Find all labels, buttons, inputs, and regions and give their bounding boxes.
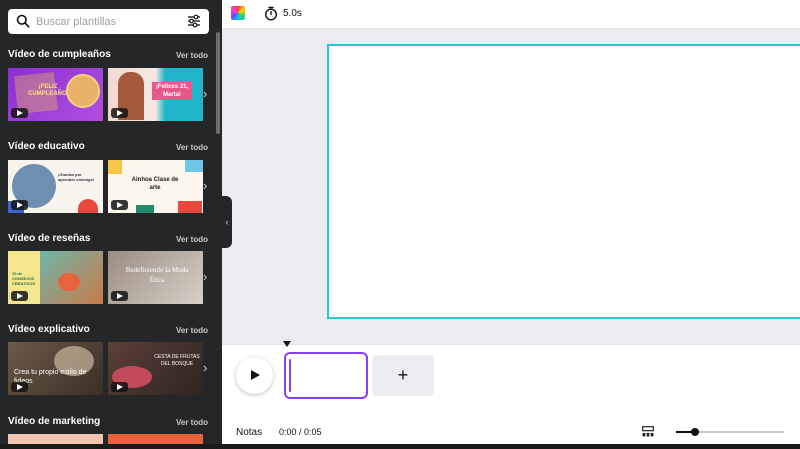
play-icon [111, 291, 128, 301]
play-icon [11, 382, 28, 392]
section-title-reviews: Vídeo de reseñas [8, 233, 91, 244]
search-bar[interactable] [8, 9, 209, 34]
thumbnail-text: ¡Gracias por aprender conmigo! [58, 172, 95, 182]
thumbnail-text: Ainhoa Clase de arte [131, 177, 179, 191]
chevron-right-icon[interactable]: › [203, 179, 211, 193]
play-icon [11, 291, 28, 301]
template-thumbnail-marketing-1[interactable] [8, 434, 103, 444]
template-thumbnail-reviews-1[interactable]: 10 de CONSEJOS CREATIVOS [8, 251, 103, 304]
thumbnail-text: Redefiniendo la Moda Ética [125, 266, 189, 284]
color-picker-icon[interactable] [231, 6, 245, 20]
template-thumbnail-explainer-2[interactable]: CESTA DE FRUTAS DEL BOSQUE [108, 342, 203, 395]
template-sidebar: Vídeo de cumpleaños Ver todo ¡FELIZ CUMP… [0, 0, 222, 449]
play-icon [11, 108, 28, 118]
template-thumbnail-marketing-2[interactable] [108, 434, 203, 444]
add-page-button[interactable]: + [372, 355, 434, 396]
see-all-birthday-link[interactable]: Ver todo [176, 51, 208, 60]
template-thumbnail-reviews-2[interactable]: Redefiniendo la Moda Ética [108, 251, 203, 304]
play-icon [111, 382, 128, 392]
play-icon [11, 200, 28, 210]
page-duration[interactable]: 5.0s [283, 8, 302, 19]
see-all-explainer-link[interactable]: Ver todo [176, 326, 208, 335]
filter-icon[interactable] [187, 14, 201, 28]
section-title-explainer: Vídeo explicativo [8, 324, 90, 335]
search-icon [16, 14, 30, 28]
thumbnail-text: ¡FELIZ CUMPLEAÑOS! [28, 84, 73, 97]
thumbnail-text: ¡Felices 21, Marta! [152, 82, 192, 100]
template-thumbnail-explainer-1[interactable]: Crea tu propio estilo de fideos [8, 342, 103, 395]
timer-icon[interactable] [264, 6, 278, 21]
time-readout: 0:00 / 0:05 [279, 427, 322, 437]
grid-view-icon[interactable] [642, 426, 654, 438]
sidebar-scrollbar[interactable] [216, 32, 220, 134]
os-taskbar-strip [0, 444, 800, 449]
notes-button[interactable]: Notas [236, 427, 262, 438]
play-button[interactable] [236, 357, 273, 394]
template-thumbnail-birthday-2[interactable]: ¡Felices 21, Marta! [108, 68, 203, 121]
chevron-right-icon[interactable]: › [203, 270, 211, 284]
play-icon [111, 108, 128, 118]
see-all-marketing-link[interactable]: Ver todo [176, 418, 208, 427]
section-title-birthday: Vídeo de cumpleaños [8, 49, 111, 60]
chevron-right-icon[interactable]: › [203, 87, 211, 101]
see-all-reviews-link[interactable]: Ver todo [176, 235, 208, 244]
template-thumbnail-educational-1[interactable]: ¡Gracias por aprender conmigo! [8, 160, 103, 213]
section-title-marketing: Vídeo de marketing [8, 416, 101, 427]
chevron-right-icon[interactable]: › [203, 361, 211, 375]
collapse-panel-handle[interactable]: ‹ [222, 196, 232, 248]
timeline-page-clip[interactable] [284, 352, 368, 399]
template-thumbnail-educational-2[interactable]: Ainhoa Clase de arte [108, 160, 203, 213]
play-icon [111, 200, 128, 210]
design-canvas[interactable] [327, 44, 800, 319]
thumbnail-text: 10 de CONSEJOS CREATIVOS [12, 271, 36, 286]
editor-toolbar: 5.0s [222, 0, 800, 29]
playhead-marker[interactable] [283, 341, 291, 347]
section-title-educational: Vídeo educativo [8, 141, 85, 152]
zoom-slider[interactable] [676, 428, 784, 436]
thumbnail-text: CESTA DE FRUTAS DEL BOSQUE [154, 354, 200, 367]
template-thumbnail-birthday-1[interactable]: ¡FELIZ CUMPLEAÑOS! [8, 68, 103, 121]
see-all-educational-link[interactable]: Ver todo [176, 143, 208, 152]
search-input[interactable] [36, 13, 181, 30]
